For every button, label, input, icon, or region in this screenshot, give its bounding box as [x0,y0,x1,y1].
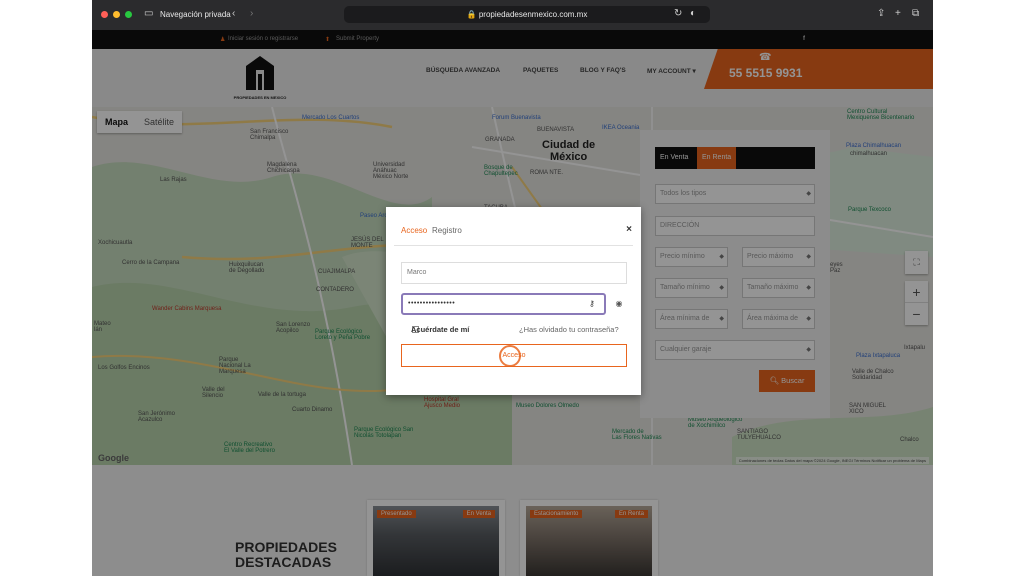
key-icon[interactable]: ⚷ [589,299,595,308]
address-bar[interactable]: 🔒 propiedadesenmexico.com.mx [344,6,710,23]
sidebar-icon[interactable]: ▭ [144,8,153,19]
tab-acceso[interactable]: Acceso [401,226,427,235]
close-icon[interactable]: × [626,224,632,235]
cursor-highlight [499,345,521,367]
forward-icon[interactable]: › [250,8,253,19]
modal-divider [394,245,633,246]
share-icon[interactable]: ⇪ [877,8,885,19]
forgot-password-link[interactable]: ¿Has olvidado tu contraseña? [519,325,619,334]
back-icon[interactable]: ‹ [232,8,235,19]
reload-icon[interactable]: ↻ [674,8,682,19]
privacy-shield-icon[interactable]: ◐ [690,8,696,19]
eye-icon[interactable]: ◉ [611,296,627,312]
tab-registro[interactable]: Registro [432,226,462,235]
remember-label[interactable]: Acuérdate de mí [411,325,469,334]
new-tab-icon[interactable]: + [895,8,901,19]
login-modal: Acceso Registro × Marco ••••••••••••••••… [386,207,641,395]
tab-overview-icon[interactable]: ⧉ [912,8,919,19]
username-input[interactable]: Marco [401,262,627,284]
lock-icon: 🔒 [466,10,479,19]
private-tab-label: Navegación privada [160,10,231,19]
minimize-window-button[interactable] [113,11,120,18]
browser-toolbar: ▭ Navegación privada ‹ › 🔒 propiedadesen… [92,0,933,30]
close-window-button[interactable] [101,11,108,18]
url-text: propiedadesenmexico.com.mx [478,10,588,19]
maximize-window-button[interactable] [125,11,132,18]
browser-frame: ▭ Navegación privada ‹ › 🔒 propiedadesen… [92,0,933,576]
password-input[interactable]: •••••••••••••••• [401,293,606,315]
